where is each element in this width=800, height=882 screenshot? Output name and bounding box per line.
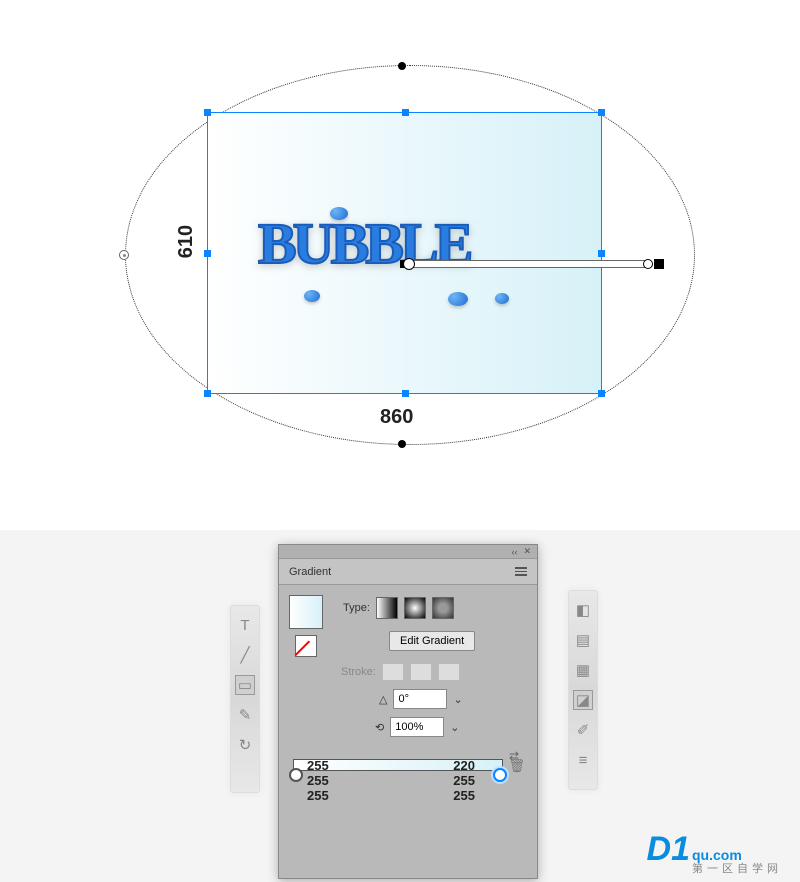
bubble-dot <box>304 290 320 302</box>
right-stop-rgb: 220 255 255 <box>453 758 475 803</box>
radial-gradient-icon[interactable] <box>404 597 426 619</box>
trash-icon[interactable]: 🗑 <box>508 758 525 774</box>
gradient-stop-right[interactable] <box>493 768 507 782</box>
linear-gradient-icon[interactable] <box>376 597 398 619</box>
close-icon[interactable]: ✕ <box>523 546 531 557</box>
selection-handle-tm[interactable] <box>402 109 409 116</box>
rectangle-tool-icon[interactable]: ▭ <box>236 676 254 694</box>
chevron-down-icon[interactable]: ⌄ <box>453 693 462 706</box>
fill-swatch[interactable] <box>289 595 323 629</box>
stroke-across-icon <box>438 663 460 681</box>
gradient-slider[interactable]: 🗑 255 255 255 220 255 255 <box>293 759 503 771</box>
edit-gradient-row: Edit Gradient <box>389 631 475 651</box>
type-label: Type: <box>343 602 370 614</box>
gradient-end-square[interactable] <box>654 259 664 269</box>
angle-icon: △ <box>379 693 387 706</box>
selection-handle-ml[interactable] <box>204 250 211 257</box>
panel-tab-row: Gradient <box>279 559 537 585</box>
swatches-icon[interactable]: ◧ <box>574 601 592 619</box>
selection-handle-bl[interactable] <box>204 390 211 397</box>
right-toolbar: ◧ ▤ ▦ ◪ ✐ ≡ <box>568 590 598 790</box>
selection-handle-mr[interactable] <box>598 250 605 257</box>
symbols-icon[interactable]: ▦ <box>574 661 592 679</box>
selection-handle-tr[interactable] <box>598 109 605 116</box>
stroke-along-icon <box>410 663 432 681</box>
brushes-icon[interactable]: ▤ <box>574 631 592 649</box>
bubble-dot <box>448 292 468 306</box>
panel-menu-icon[interactable] <box>515 567 527 576</box>
stroke-within-icon <box>382 663 404 681</box>
canvas-area: BUBBLE 860 610 <box>0 0 800 490</box>
panel-title[interactable]: Gradient <box>289 566 331 578</box>
aspect-icon: ⟲ <box>375 721 384 734</box>
ellipse-top-node[interactable] <box>398 62 406 70</box>
gradient-panel: ‹‹ ✕ Gradient Type: Edit Gradient Strok <box>278 544 538 879</box>
fill-stroke-swatches <box>289 595 323 657</box>
ellipse-bottom-node[interactable] <box>398 440 406 448</box>
panel-titlebar[interactable]: ‹‹ ✕ <box>279 545 537 559</box>
aspect-input[interactable] <box>390 717 444 737</box>
edit-gradient-button[interactable]: Edit Gradient <box>389 631 475 651</box>
bubble-dot <box>330 207 348 220</box>
ellipse-left-node[interactable] <box>119 250 129 260</box>
gradient-tool-icon[interactable]: ◪ <box>574 691 592 709</box>
watermark-brand: D1 <box>647 830 690 869</box>
freeform-gradient-icon[interactable] <box>432 597 454 619</box>
watermark-subtitle: 第一区自学网 <box>692 862 782 876</box>
panel-body: Type: Edit Gradient Stroke: △ ⌄ ⟲ <box>279 585 537 835</box>
height-dimension-label: 610 <box>175 225 198 258</box>
watermark: D1 qu.com 第一区自学网 <box>647 830 782 876</box>
left-toolbar: T ╱ ▭ ✎ ↻ <box>230 605 260 793</box>
panel-area: T ╱ ▭ ✎ ↻ ◧ ▤ ▦ ◪ ✐ ≡ ‹‹ ✕ Gradient Type… <box>0 530 800 882</box>
eyedropper-tool-icon[interactable]: ✐ <box>574 721 592 739</box>
gradient-origin-handle[interactable] <box>403 258 415 270</box>
width-dimension-label: 860 <box>380 406 413 429</box>
selection-handle-br[interactable] <box>598 390 605 397</box>
rotate-tool-icon[interactable]: ↻ <box>236 736 254 754</box>
aspect-row: ⟲ ⌄ <box>375 717 459 737</box>
collapse-icon[interactable]: ‹‹ <box>511 547 517 557</box>
left-stop-rgb: 255 255 255 <box>307 758 329 803</box>
stroke-label: Stroke: <box>341 666 376 678</box>
angle-row: △ ⌄ <box>379 689 463 709</box>
stroke-swatch-none[interactable] <box>295 635 317 657</box>
line-tool-icon[interactable]: ╱ <box>236 646 254 664</box>
selection-handle-bm[interactable] <box>402 390 409 397</box>
bubble-dot <box>495 293 509 304</box>
stroke-icon[interactable]: ≡ <box>574 751 592 769</box>
gradient-annotator[interactable] <box>405 260 650 268</box>
gradient-stop-left[interactable] <box>289 768 303 782</box>
angle-input[interactable] <box>393 689 447 709</box>
gradient-end-circle[interactable] <box>643 259 653 269</box>
brush-tool-icon[interactable]: ✎ <box>236 706 254 724</box>
type-row: Type: <box>343 597 454 619</box>
chevron-down-icon[interactable]: ⌄ <box>450 721 459 734</box>
selection-handle-tl[interactable] <box>204 109 211 116</box>
watermark-domain: qu.com <box>692 848 782 862</box>
stroke-row: Stroke: <box>341 663 460 681</box>
type-tool-icon[interactable]: T <box>236 616 254 634</box>
